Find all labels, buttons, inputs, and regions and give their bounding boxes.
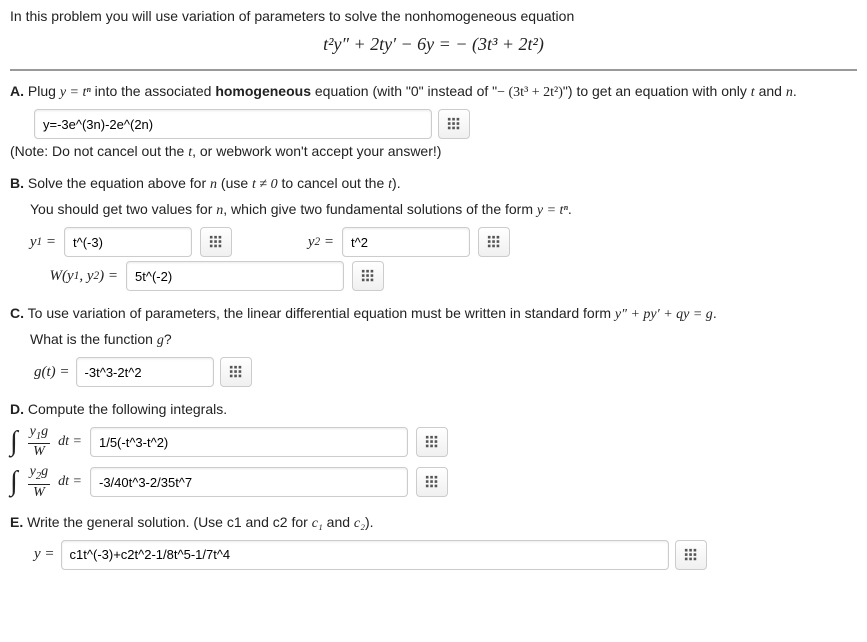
- dt-eq: dt =: [58, 434, 82, 450]
- part-b: B. Solve the equation above for n (use t…: [10, 175, 857, 291]
- dt-eq: dt =: [58, 474, 82, 490]
- keypad-button[interactable]: [416, 467, 448, 497]
- integral-1-input[interactable]: [90, 427, 408, 457]
- general-solution-input[interactable]: [61, 540, 669, 570]
- y1-input[interactable]: [64, 227, 192, 257]
- integral-sign-icon: ∫: [10, 468, 18, 496]
- integral-sign-icon: ∫: [10, 428, 18, 456]
- part-d-label: D.: [10, 401, 24, 417]
- part-d: D. Compute the following integrals. ∫ y1…: [10, 401, 857, 500]
- keypad-button[interactable]: [352, 261, 384, 291]
- divider: [10, 69, 857, 71]
- part-a-input[interactable]: [34, 109, 432, 139]
- integral-2-input[interactable]: [90, 467, 408, 497]
- part-a: A. Plug y = tⁿ into the associated homog…: [10, 83, 857, 161]
- part-c-label: C.: [10, 305, 24, 321]
- intro-text: In this problem you will use variation o…: [10, 8, 857, 24]
- g-input[interactable]: [76, 357, 214, 387]
- g-label: g(t) =: [34, 364, 70, 381]
- y2-input[interactable]: [342, 227, 470, 257]
- keypad-button[interactable]: [220, 357, 252, 387]
- integrand-2: y2g W: [28, 465, 50, 499]
- part-a-note: (Note: Do not cancel out the t, or webwo…: [10, 143, 857, 161]
- wronskian-label: W(y1, y2) =: [22, 268, 118, 285]
- part-e: E. Write the general solution. (Use c1 a…: [10, 514, 857, 570]
- keypad-button[interactable]: [675, 540, 707, 570]
- keypad-button[interactable]: [200, 227, 232, 257]
- part-e-label: E.: [10, 514, 23, 530]
- part-a-label: A.: [10, 83, 24, 99]
- keypad-button[interactable]: [478, 227, 510, 257]
- part-c: C. To use variation of parameters, the l…: [10, 305, 857, 387]
- y1-label: y1 =: [10, 234, 56, 251]
- keypad-button[interactable]: [416, 427, 448, 457]
- part-b-label: B.: [10, 175, 24, 191]
- main-equation: t²y″ + 2ty′ − 6y = − (3t³ + 2t²): [10, 34, 857, 55]
- y-label: y =: [34, 546, 55, 563]
- integrand-1: y1g W: [28, 425, 50, 459]
- keypad-button[interactable]: [438, 109, 470, 139]
- y2-label: y2 =: [288, 234, 334, 251]
- wronskian-input[interactable]: [126, 261, 344, 291]
